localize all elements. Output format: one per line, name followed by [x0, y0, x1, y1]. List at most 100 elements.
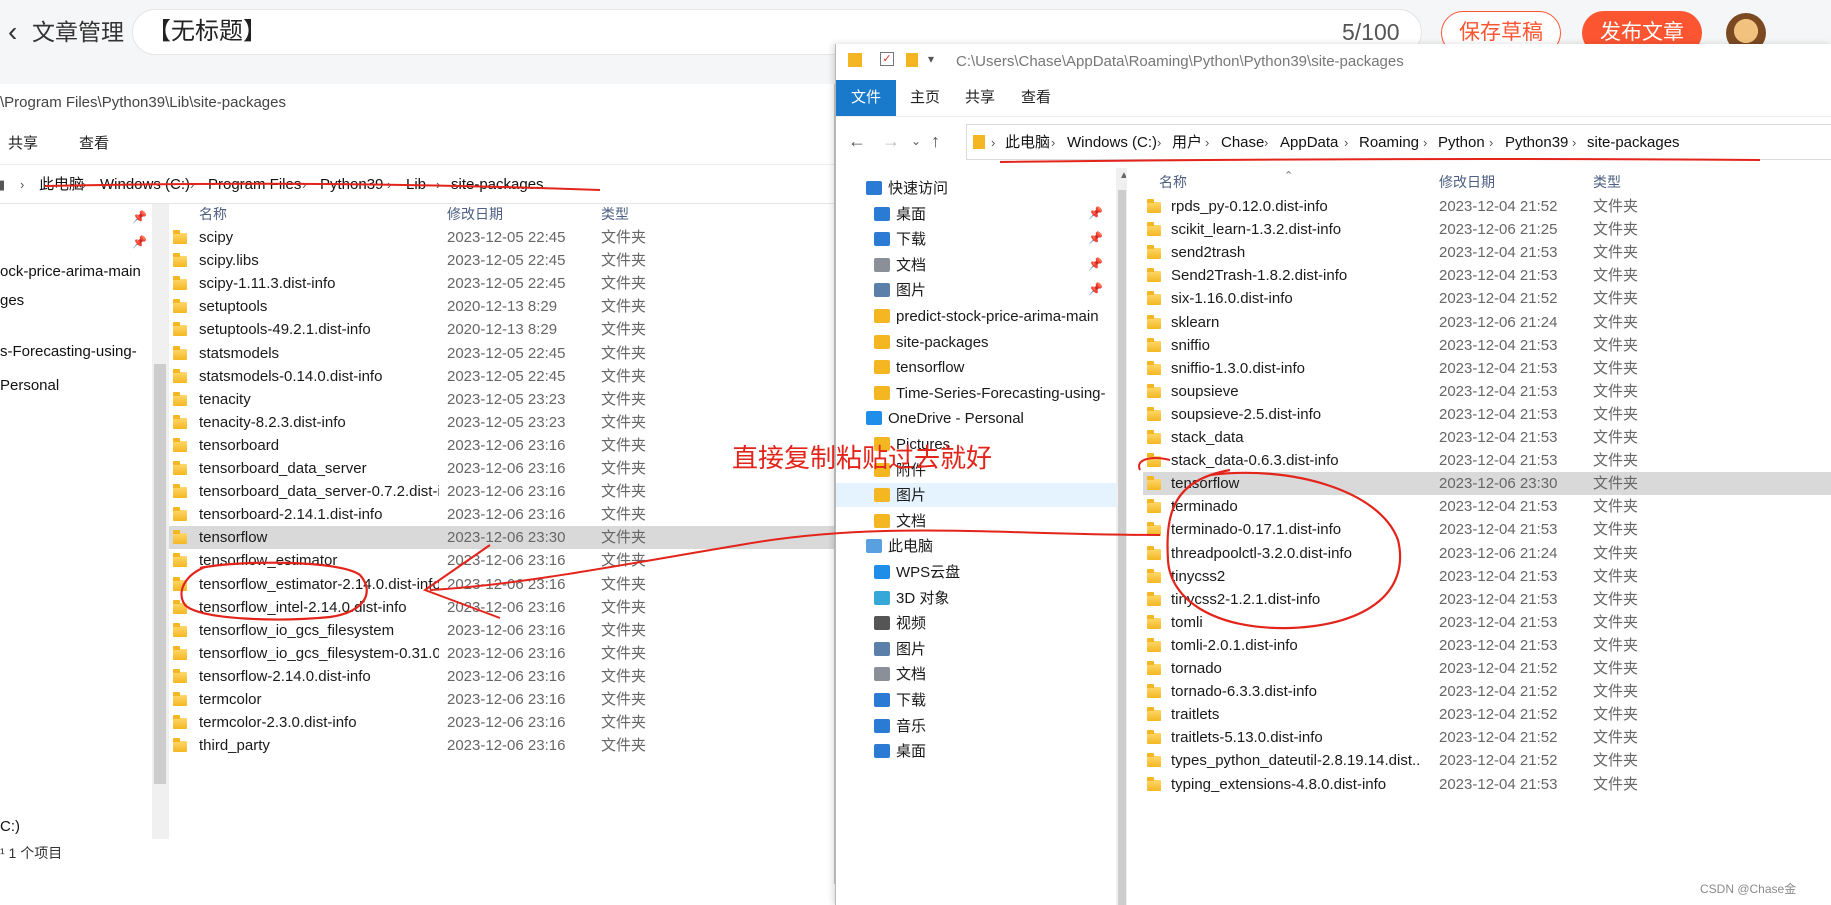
- table-row[interactable]: stack_data-0.6.3.dist-info 2023-12-04 21:…: [1143, 449, 1831, 472]
- nav-item[interactable]: 此电脑: [836, 534, 1116, 558]
- column-header-type[interactable]: 类型: [1593, 172, 1621, 192]
- column-header-name[interactable]: 名称: [199, 204, 227, 224]
- table-row[interactable]: send2trash 2023-12-04 21:53 文件夹: [1143, 241, 1831, 264]
- table-row[interactable]: tensorflow 2023-12-06 23:30 文件夹: [1143, 472, 1831, 496]
- breadcrumb-item[interactable]: Python: [1438, 133, 1485, 153]
- table-row[interactable]: tensorboard_data_server-0.7.2.dist-i... 2…: [169, 480, 834, 503]
- pin-icon[interactable]: 📌: [1088, 231, 1103, 245]
- nav-item[interactable]: 桌面 📌: [836, 202, 1116, 226]
- table-row[interactable]: termcolor-2.3.0.dist-info 2023-12-06 23:1…: [169, 711, 834, 734]
- properties-icon[interactable]: ✓: [880, 52, 894, 66]
- nav-item[interactable]: ges: [0, 291, 24, 311]
- pin-icon[interactable]: 📌: [1088, 257, 1103, 271]
- table-row[interactable]: Send2Trash-1.8.2.dist-info 2023-12-04 21:…: [1143, 264, 1831, 287]
- table-row[interactable]: scipy.libs 2023-12-05 22:45 文件夹: [169, 249, 834, 272]
- chevron-right-icon[interactable]: ›: [190, 175, 194, 195]
- column-header-date[interactable]: 修改日期: [1439, 172, 1495, 192]
- pin-icon[interactable]: 📌: [1088, 282, 1103, 296]
- table-row[interactable]: stack_data 2023-12-04 21:53 文件夹: [1143, 426, 1831, 449]
- table-row[interactable]: tensorflow_intel-2.14.0.dist-info 2023-12…: [169, 596, 834, 619]
- chevron-right-icon[interactable]: ›: [1157, 133, 1161, 153]
- table-row[interactable]: tensorflow 2023-12-06 23:30 文件夹: [169, 526, 834, 550]
- nav-item[interactable]: 下载 📌: [836, 227, 1116, 251]
- article-management-link[interactable]: 文章管理: [32, 16, 124, 48]
- scroll-thumb[interactable]: [1118, 190, 1126, 905]
- table-row[interactable]: tensorflow_io_gcs_filesystem 2023-12-06 2…: [169, 619, 834, 642]
- chevron-right-icon[interactable]: ›: [1489, 133, 1493, 153]
- column-header-name[interactable]: 名称: [1159, 172, 1187, 192]
- table-row[interactable]: tensorflow-2.14.0.dist-info 2023-12-06 23…: [169, 665, 834, 688]
- table-row[interactable]: threadpoolctl-3.2.0.dist-info 2023-12-06 …: [1143, 542, 1831, 565]
- scroll-thumb[interactable]: [154, 364, 166, 784]
- nav-item[interactable]: 桌面: [836, 739, 1116, 763]
- nav-item[interactable]: predict-stock-price-arima-main: [836, 304, 1116, 328]
- chevron-right-icon[interactable]: ›: [1572, 133, 1576, 153]
- breadcrumb-item[interactable]: 用户: [1172, 133, 1202, 153]
- tab-share[interactable]: 共享: [965, 88, 995, 108]
- chevron-right-icon[interactable]: ›: [991, 133, 995, 153]
- nav-item[interactable]: ock-price-arima-main: [0, 262, 141, 282]
- table-row[interactable]: sniffio-1.3.0.dist-info 2023-12-04 21:53 文…: [1143, 357, 1831, 380]
- table-row[interactable]: soupsieve-2.5.dist-info 2023-12-04 21:53 文…: [1143, 403, 1831, 426]
- title-input[interactable]: 【无标题】: [147, 17, 267, 47]
- chevron-right-icon[interactable]: ›: [1423, 133, 1427, 153]
- breadcrumb-item[interactable]: Python39: [1505, 133, 1568, 153]
- table-row[interactable]: scipy-1.11.3.dist-info 2023-12-05 22:45 文件…: [169, 272, 834, 295]
- table-row[interactable]: six-1.16.0.dist-info 2023-12-04 21:52 文件夹: [1143, 287, 1831, 310]
- table-row[interactable]: tenacity 2023-12-05 23:23 文件夹: [169, 388, 834, 411]
- chevron-right-icon[interactable]: ›: [1205, 133, 1209, 153]
- nav-item[interactable]: tensorflow: [836, 355, 1116, 379]
- breadcrumb-item[interactable]: Lib: [406, 175, 426, 195]
- table-row[interactable]: tomli 2023-12-04 21:53 文件夹: [1143, 611, 1831, 634]
- nav-item[interactable]: 文档: [836, 662, 1116, 686]
- nav-item[interactable]: 文档: [836, 509, 1116, 533]
- right-address-bar[interactable]: › 此电脑 › Windows (C:) › 用户 › Chase › AppD…: [966, 124, 1831, 160]
- breadcrumb-item[interactable]: site-packages: [451, 175, 544, 195]
- table-row[interactable]: third_party 2023-12-06 23:16 文件夹: [169, 734, 834, 757]
- table-row[interactable]: tornado 2023-12-04 21:52 文件夹: [1143, 657, 1831, 680]
- table-row[interactable]: setuptools-49.2.1.dist-info 2020-12-13 8:…: [169, 318, 834, 341]
- table-row[interactable]: terminado-0.17.1.dist-info 2023-12-04 21:…: [1143, 518, 1831, 541]
- scroll-up-icon[interactable]: ▲: [1119, 170, 1126, 181]
- table-row[interactable]: scikit_learn-1.3.2.dist-info 2023-12-06 2…: [1143, 218, 1831, 241]
- nav-item[interactable]: 图片 📌: [836, 278, 1116, 302]
- table-row[interactable]: sklearn 2023-12-06 21:24 文件夹: [1143, 311, 1831, 334]
- tab-home[interactable]: 主页: [910, 88, 940, 108]
- nav-item[interactable]: 图片: [836, 637, 1116, 661]
- table-row[interactable]: tensorflow_io_gcs_filesystem-0.31.0.... 2…: [169, 642, 834, 665]
- back-arrow-icon[interactable]: ←: [848, 130, 866, 152]
- table-row[interactable]: tensorflow_estimator-2.14.0.dist-info 202…: [169, 573, 834, 596]
- nav-item[interactable]: Time-Series-Forecasting-using-: [836, 381, 1116, 405]
- table-row[interactable]: tinycss2-1.2.1.dist-info 2023-12-04 21:53…: [1143, 588, 1831, 611]
- table-row[interactable]: setuptools 2020-12-13 8:29 文件夹: [169, 295, 834, 318]
- chevron-right-icon[interactable]: ›: [387, 175, 391, 195]
- chevron-right-icon[interactable]: ›: [436, 175, 440, 195]
- left-address-bar[interactable]: ▮ › 此电脑 › Windows (C:) › Program Files ›…: [0, 167, 834, 204]
- table-row[interactable]: termcolor 2023-12-06 23:16 文件夹: [169, 688, 834, 711]
- tab-file[interactable]: 文件: [836, 80, 896, 116]
- table-row[interactable]: tenacity-8.2.3.dist-info 2023-12-05 23:23…: [169, 411, 834, 434]
- chevron-right-icon[interactable]: ›: [82, 175, 86, 195]
- table-row[interactable]: tensorboard-2.14.1.dist-info 2023-12-06 2…: [169, 503, 834, 526]
- nav-item[interactable]: 下载: [836, 688, 1116, 712]
- nav-item[interactable]: s-Forecasting-using-: [0, 342, 137, 362]
- breadcrumb-item[interactable]: Roaming: [1359, 133, 1419, 153]
- table-row[interactable]: statsmodels-0.14.0.dist-info 2023-12-05 2…: [169, 365, 834, 388]
- breadcrumb-item[interactable]: site-packages: [1587, 133, 1680, 153]
- chevron-right-icon[interactable]: ›: [302, 175, 306, 195]
- table-row[interactable]: terminado 2023-12-04 21:53 文件夹: [1143, 495, 1831, 518]
- column-header-date[interactable]: 修改日期: [447, 204, 503, 224]
- column-header-type[interactable]: 类型: [601, 204, 629, 224]
- table-row[interactable]: typing_extensions-4.8.0.dist-info 2023-12…: [1143, 773, 1831, 796]
- breadcrumb-item[interactable]: 此电脑: [1005, 133, 1050, 153]
- nav-item[interactable]: WPS云盘: [836, 560, 1116, 584]
- breadcrumb-item[interactable]: Python39: [320, 175, 383, 195]
- tab-view[interactable]: 查看: [79, 134, 109, 154]
- table-row[interactable]: tomli-2.0.1.dist-info 2023-12-04 21:53 文件夹: [1143, 634, 1831, 657]
- tab-share[interactable]: 共享: [8, 134, 38, 154]
- table-row[interactable]: types_python_dateutil-2.8.19.14.dist... 2…: [1143, 749, 1831, 772]
- table-row[interactable]: tinycss2 2023-12-04 21:53 文件夹: [1143, 565, 1831, 588]
- nav-item[interactable]: 3D 对象: [836, 586, 1116, 610]
- new-folder-icon[interactable]: [906, 53, 918, 67]
- breadcrumb-item[interactable]: 此电脑: [39, 175, 84, 195]
